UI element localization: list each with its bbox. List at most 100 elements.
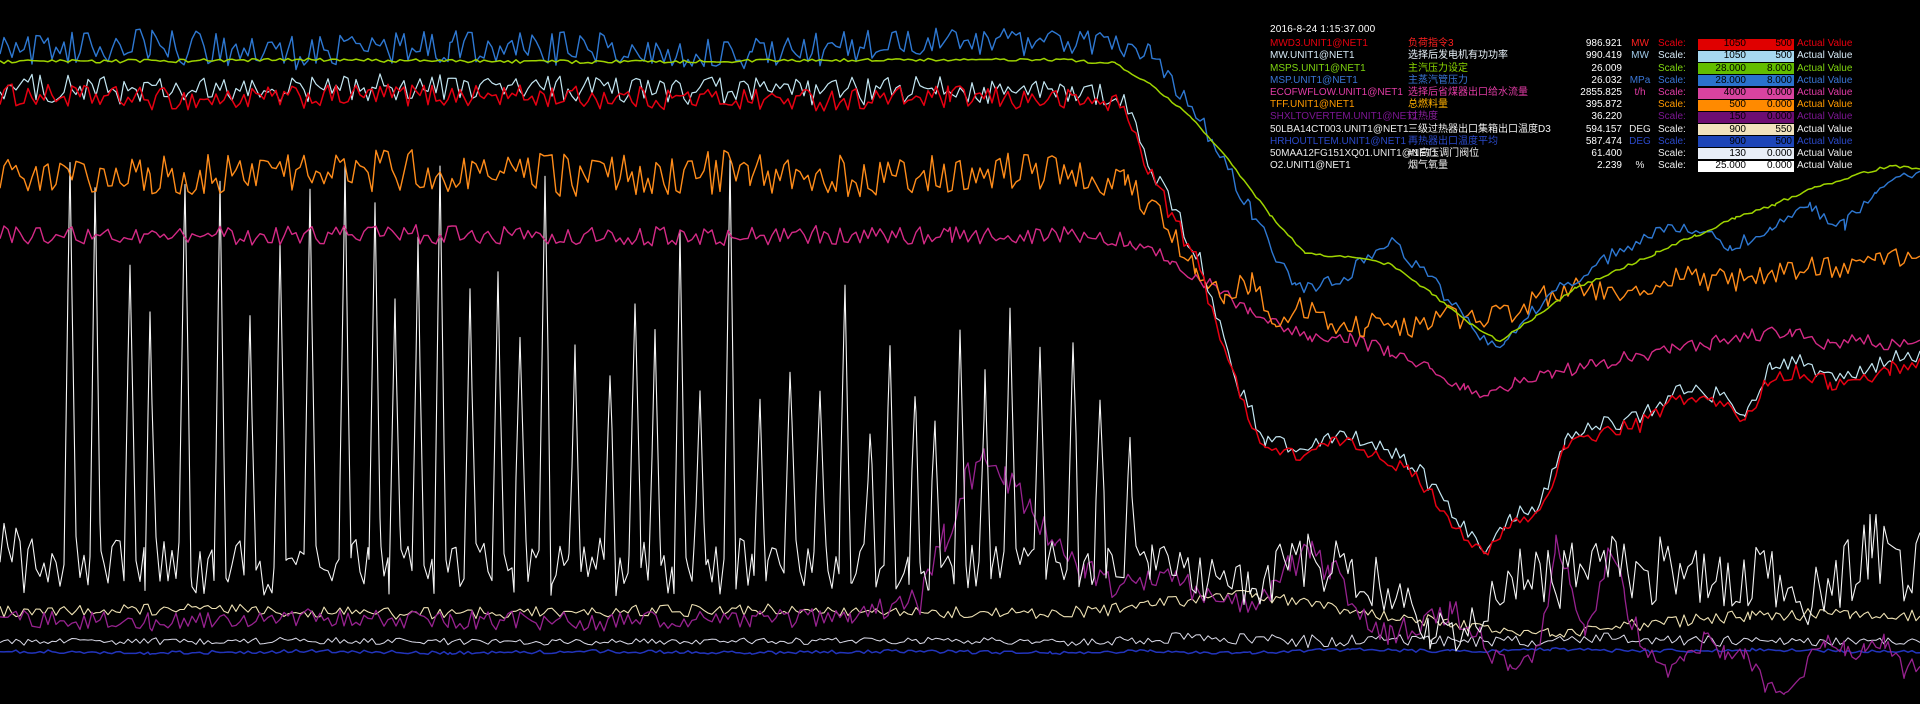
signal-description: 再热器出口温度平均: [1408, 136, 1558, 148]
trend-curve-50maa12fg151xq01: [0, 160, 1920, 651]
scale-band[interactable]: 1300.000: [1698, 148, 1794, 159]
scale-label: Scale:: [1658, 50, 1698, 62]
scale-band[interactable]: 1050500: [1698, 51, 1794, 62]
trend-curve-tff: [0, 150, 1920, 337]
signal-description: 主汽压力设定: [1408, 63, 1558, 75]
signal-tag: 50MAA12FG151XQ01.UNIT1@NET1: [1270, 148, 1408, 160]
actual-value-label: Actual Value: [1797, 111, 1852, 123]
scale-label: Scale:: [1658, 111, 1698, 123]
signal-unit: t/h: [1622, 87, 1658, 99]
signal-tag: O2.UNIT1@NET1: [1270, 160, 1408, 172]
signal-description: 负荷指令3: [1408, 38, 1558, 50]
scale-band[interactable]: 5000.000: [1698, 100, 1794, 111]
scale-band[interactable]: 28.0008.000: [1698, 63, 1794, 74]
scale-label: Scale:: [1658, 160, 1698, 172]
signal-description: 主蒸汽管压力: [1408, 75, 1558, 87]
scale-high: 900: [1698, 136, 1758, 148]
scale-high: 4000: [1698, 87, 1758, 99]
signal-unit: DEG: [1622, 136, 1658, 148]
legend-row[interactable]: SHXLTOVERTEM.UNIT1@NET1过热度36.220Scale:15…: [1270, 111, 1852, 123]
signal-value: 2.239: [1558, 160, 1622, 172]
signal-description: 选择后发电机有功功率: [1408, 50, 1558, 62]
signal-tag: MW.UNIT1@NET1: [1270, 50, 1408, 62]
legend-panel: 2016-8-24 1:15:37.000 MWD3.UNIT1@NET1负荷指…: [1270, 24, 1852, 172]
actual-value-label: Actual Value: [1797, 124, 1852, 136]
actual-value-label: Actual Value: [1797, 99, 1852, 111]
legend-row[interactable]: HRHOUTLTEM.UNIT1@NET1再热器出口温度平均587.474DEG…: [1270, 136, 1852, 148]
signal-value: 594.157: [1558, 124, 1622, 136]
signal-tag: ECOFWFLOW.UNIT1@NET1: [1270, 87, 1408, 99]
signal-description: 选择后省煤器出口给水流量: [1408, 87, 1558, 99]
signal-value: 986.921: [1558, 38, 1622, 50]
scale-low: 8.000: [1758, 63, 1794, 75]
scale-label: Scale:: [1658, 87, 1698, 99]
scale-band[interactable]: 1500.000: [1698, 112, 1794, 123]
scale-low: 0.000: [1758, 148, 1794, 160]
legend-row[interactable]: TFF.UNIT1@NET1总燃料量395.872Scale:5000.000A…: [1270, 99, 1852, 111]
legend-row[interactable]: O2.UNIT1@NET1烟气氧量2.239%Scale:25.0000.000…: [1270, 160, 1852, 172]
actual-value-label: Actual Value: [1797, 160, 1852, 172]
legend-row[interactable]: MSPS.UNIT1@NET1主汽压力设定26.009 Scale:28.0008…: [1270, 63, 1852, 75]
scale-high: 28.000: [1698, 63, 1758, 75]
legend-row[interactable]: ECOFWFLOW.UNIT1@NET1选择后省煤器出口给水流量2855.825…: [1270, 87, 1852, 99]
legend-row[interactable]: MW.UNIT1@NET1选择后发电机有功功率990.419MWScale:10…: [1270, 50, 1852, 62]
actual-value-label: Actual Value: [1797, 87, 1852, 99]
scale-high: 130: [1698, 148, 1758, 160]
dcs-trend-screen: 2016-8-24 1:15:37.000 MWD3.UNIT1@NET1负荷指…: [0, 0, 1920, 704]
signal-description: #1高压调门阀位: [1408, 148, 1558, 160]
legend-row[interactable]: MWD3.UNIT1@NET1负荷指令3986.921MWScale:10505…: [1270, 38, 1852, 50]
signal-tag: MWD3.UNIT1@NET1: [1270, 38, 1408, 50]
trend-curve-shxltovertem: [0, 449, 1920, 694]
scale-band[interactable]: 1050500: [1698, 39, 1794, 50]
signal-tag: MSP.UNIT1@NET1: [1270, 75, 1408, 87]
signal-unit: MW: [1622, 50, 1658, 62]
scale-label: Scale:: [1658, 136, 1698, 148]
signal-unit: %: [1622, 160, 1658, 172]
signal-value: 36.220: [1558, 111, 1622, 123]
signal-value: 587.474: [1558, 136, 1622, 148]
signal-tag: 50LBA14CT003.UNIT1@NET1: [1270, 124, 1408, 136]
scale-high: 1050: [1698, 50, 1758, 62]
scale-low: 0.000: [1758, 111, 1794, 123]
scale-high: 150: [1698, 111, 1758, 123]
scale-band[interactable]: 900500: [1698, 136, 1794, 147]
signal-value: 2855.825: [1558, 87, 1622, 99]
signal-value: 395.872: [1558, 99, 1622, 111]
signal-tag: HRHOUTLTEM.UNIT1@NET1: [1270, 136, 1408, 148]
signal-value: 61.400: [1558, 148, 1622, 160]
signal-description: 三级过热器出口集箱出口温度D3: [1408, 124, 1558, 136]
signal-description: 烟气氧量: [1408, 160, 1558, 172]
cursor-timestamp: 2016-8-24 1:15:37.000: [1270, 24, 1852, 36]
scale-low: 500: [1758, 50, 1794, 62]
signal-unit: DEG: [1622, 124, 1658, 136]
scale-band[interactable]: 900550: [1698, 124, 1794, 135]
scale-label: Scale:: [1658, 75, 1698, 87]
signal-unit: MPa: [1622, 75, 1658, 87]
actual-value-label: Actual Value: [1797, 75, 1852, 87]
legend-row[interactable]: 50LBA14CT003.UNIT1@NET1三级过热器出口集箱出口温度D359…: [1270, 124, 1852, 136]
scale-label: Scale:: [1658, 63, 1698, 75]
scale-label: Scale:: [1658, 124, 1698, 136]
scale-low: 8.000: [1758, 75, 1794, 87]
legend-row[interactable]: MSP.UNIT1@NET1主蒸汽管压力26.032MPaScale:28.00…: [1270, 75, 1852, 87]
scale-label: Scale:: [1658, 99, 1698, 111]
legend-rows: MWD3.UNIT1@NET1负荷指令3986.921MWScale:10505…: [1270, 38, 1852, 172]
actual-value-label: Actual Value: [1797, 38, 1852, 50]
scale-low: 0.000: [1758, 160, 1794, 172]
actual-value-label: Actual Value: [1797, 148, 1852, 160]
signal-tag: SHXLTOVERTEM.UNIT1@NET1: [1270, 111, 1408, 123]
scale-low: 0.000: [1758, 99, 1794, 111]
signal-unit: MW: [1622, 38, 1658, 50]
actual-value-label: Actual Value: [1797, 50, 1852, 62]
scale-high: 500: [1698, 99, 1758, 111]
scale-low: 500: [1758, 38, 1794, 50]
scale-low: 0.000: [1758, 87, 1794, 99]
scale-band[interactable]: 28.0008.000: [1698, 75, 1794, 86]
scale-band[interactable]: 25.0000.000: [1698, 161, 1794, 172]
trend-curve-o2: [0, 633, 1920, 648]
legend-row[interactable]: 50MAA12FG151XQ01.UNIT1@NET1#1高压调门阀位61.40…: [1270, 148, 1852, 160]
signal-value: 26.009: [1558, 63, 1622, 75]
scale-band[interactable]: 40000.000: [1698, 88, 1794, 99]
signal-tag: MSPS.UNIT1@NET1: [1270, 63, 1408, 75]
scale-label: Scale:: [1658, 148, 1698, 160]
